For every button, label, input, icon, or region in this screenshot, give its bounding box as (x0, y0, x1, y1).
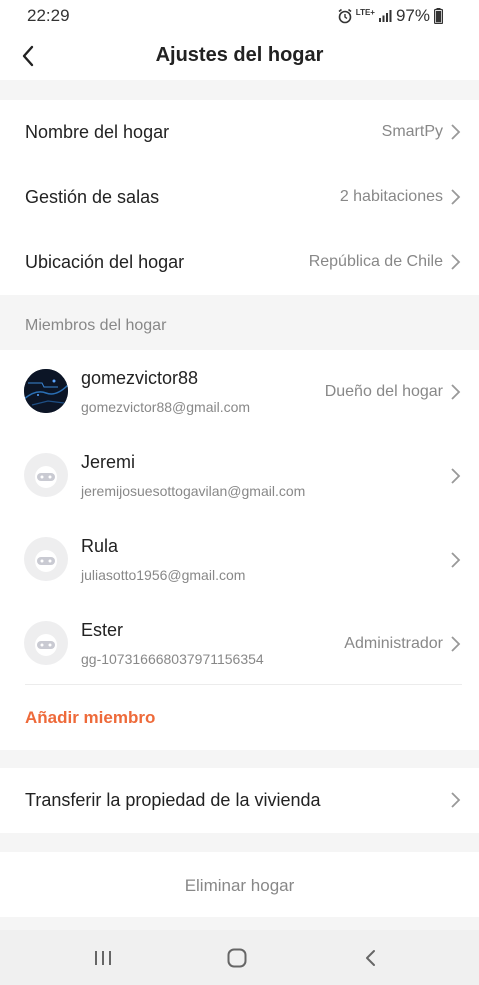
members-section-title: Miembros del hogar (25, 317, 167, 334)
alarm-icon (338, 8, 352, 24)
chevron-right-icon (451, 189, 461, 205)
home-name-value: SmartPy (381, 123, 443, 140)
transfer-ownership-row[interactable]: Transferir la propiedad de la vivienda (0, 768, 479, 833)
home-location-value: República de Chile (308, 253, 443, 270)
status-bar: 22:29 LTE+ 97% (0, 0, 479, 32)
member-name: Jeremi (81, 452, 136, 472)
member-role: Dueño del hogar (324, 383, 443, 400)
app-header: Ajustes del hogar (0, 32, 479, 80)
back-icon (366, 950, 375, 966)
home-location-label: Ubicación del hogar (25, 252, 185, 272)
room-management-row[interactable]: Gestión de salas 2 habitaciones (0, 165, 479, 230)
member-email: gomezvictor88@gmail.com (81, 399, 251, 415)
add-member-button[interactable]: Añadir miembro (25, 708, 155, 728)
members-card: gomezvictor88 gomezvictor88@gmail.com Du… (0, 350, 479, 750)
status-indicators: LTE+ 97% (337, 6, 443, 26)
home-name-label: Nombre del hogar (25, 122, 170, 142)
chevron-right-icon (451, 384, 461, 400)
room-count-value: 2 habitaciones (339, 188, 443, 205)
chevron-right-icon (451, 124, 461, 140)
member-row[interactable]: gomezvictor88 gomezvictor88@gmail.com Du… (0, 350, 479, 434)
chevron-right-icon (451, 254, 461, 270)
home-button[interactable] (223, 944, 251, 972)
member-name: Rula (81, 536, 119, 556)
network-type: LTE+ (355, 8, 375, 17)
member-email: gg-107316668037971156354 (81, 651, 264, 667)
delete-card: Eliminar hogar (0, 852, 479, 917)
system-nav-bar (0, 930, 479, 985)
member-row[interactable]: Jeremi jeremijosuesottogavilan@gmail.com (0, 434, 479, 518)
member-row[interactable]: Ester gg-107316668037971156354 Administr… (0, 602, 479, 686)
default-avatar-icon (24, 537, 68, 581)
home-location-row[interactable]: Ubicación del hogar República de Chile (0, 230, 479, 295)
member-name: gomezvictor88 (81, 368, 199, 388)
recent-apps-icon (95, 951, 111, 965)
divider (25, 684, 462, 685)
chevron-right-icon (451, 636, 461, 652)
battery-icon (434, 8, 443, 24)
member-name: Ester (81, 620, 124, 640)
default-avatar-icon (24, 453, 68, 497)
status-time: 22:29 (27, 6, 70, 25)
signal-icon (378, 10, 392, 22)
home-name-row[interactable]: Nombre del hogar SmartPy (0, 100, 479, 165)
transfer-card: Transferir la propiedad de la vivienda (0, 768, 479, 833)
transfer-ownership-label: Transferir la propiedad de la vivienda (25, 790, 321, 810)
battery-percent: 97% (395, 6, 430, 25)
page-title: Ajustes del hogar (155, 44, 324, 66)
chevron-right-icon (451, 792, 461, 808)
member-row[interactable]: Rula juliasotto1956@gmail.com (0, 518, 479, 602)
member-role: Administrador (344, 635, 443, 652)
home-icon (227, 948, 247, 968)
chevron-right-icon (451, 468, 461, 484)
home-info-card: Nombre del hogar SmartPy Gestión de sala… (0, 100, 479, 295)
member-email: jeremijosuesottogavilan@gmail.com (81, 483, 306, 499)
recent-apps-button[interactable] (89, 944, 117, 972)
chevron-right-icon (451, 552, 461, 568)
avatar-photo (24, 369, 68, 413)
avatar (24, 369, 68, 413)
default-avatar-icon (24, 621, 68, 665)
back-nav-button[interactable] (357, 944, 385, 972)
member-email: juliasotto1956@gmail.com (81, 567, 246, 583)
room-management-label: Gestión de salas (25, 187, 160, 207)
delete-home-button[interactable]: Eliminar hogar (0, 876, 479, 896)
